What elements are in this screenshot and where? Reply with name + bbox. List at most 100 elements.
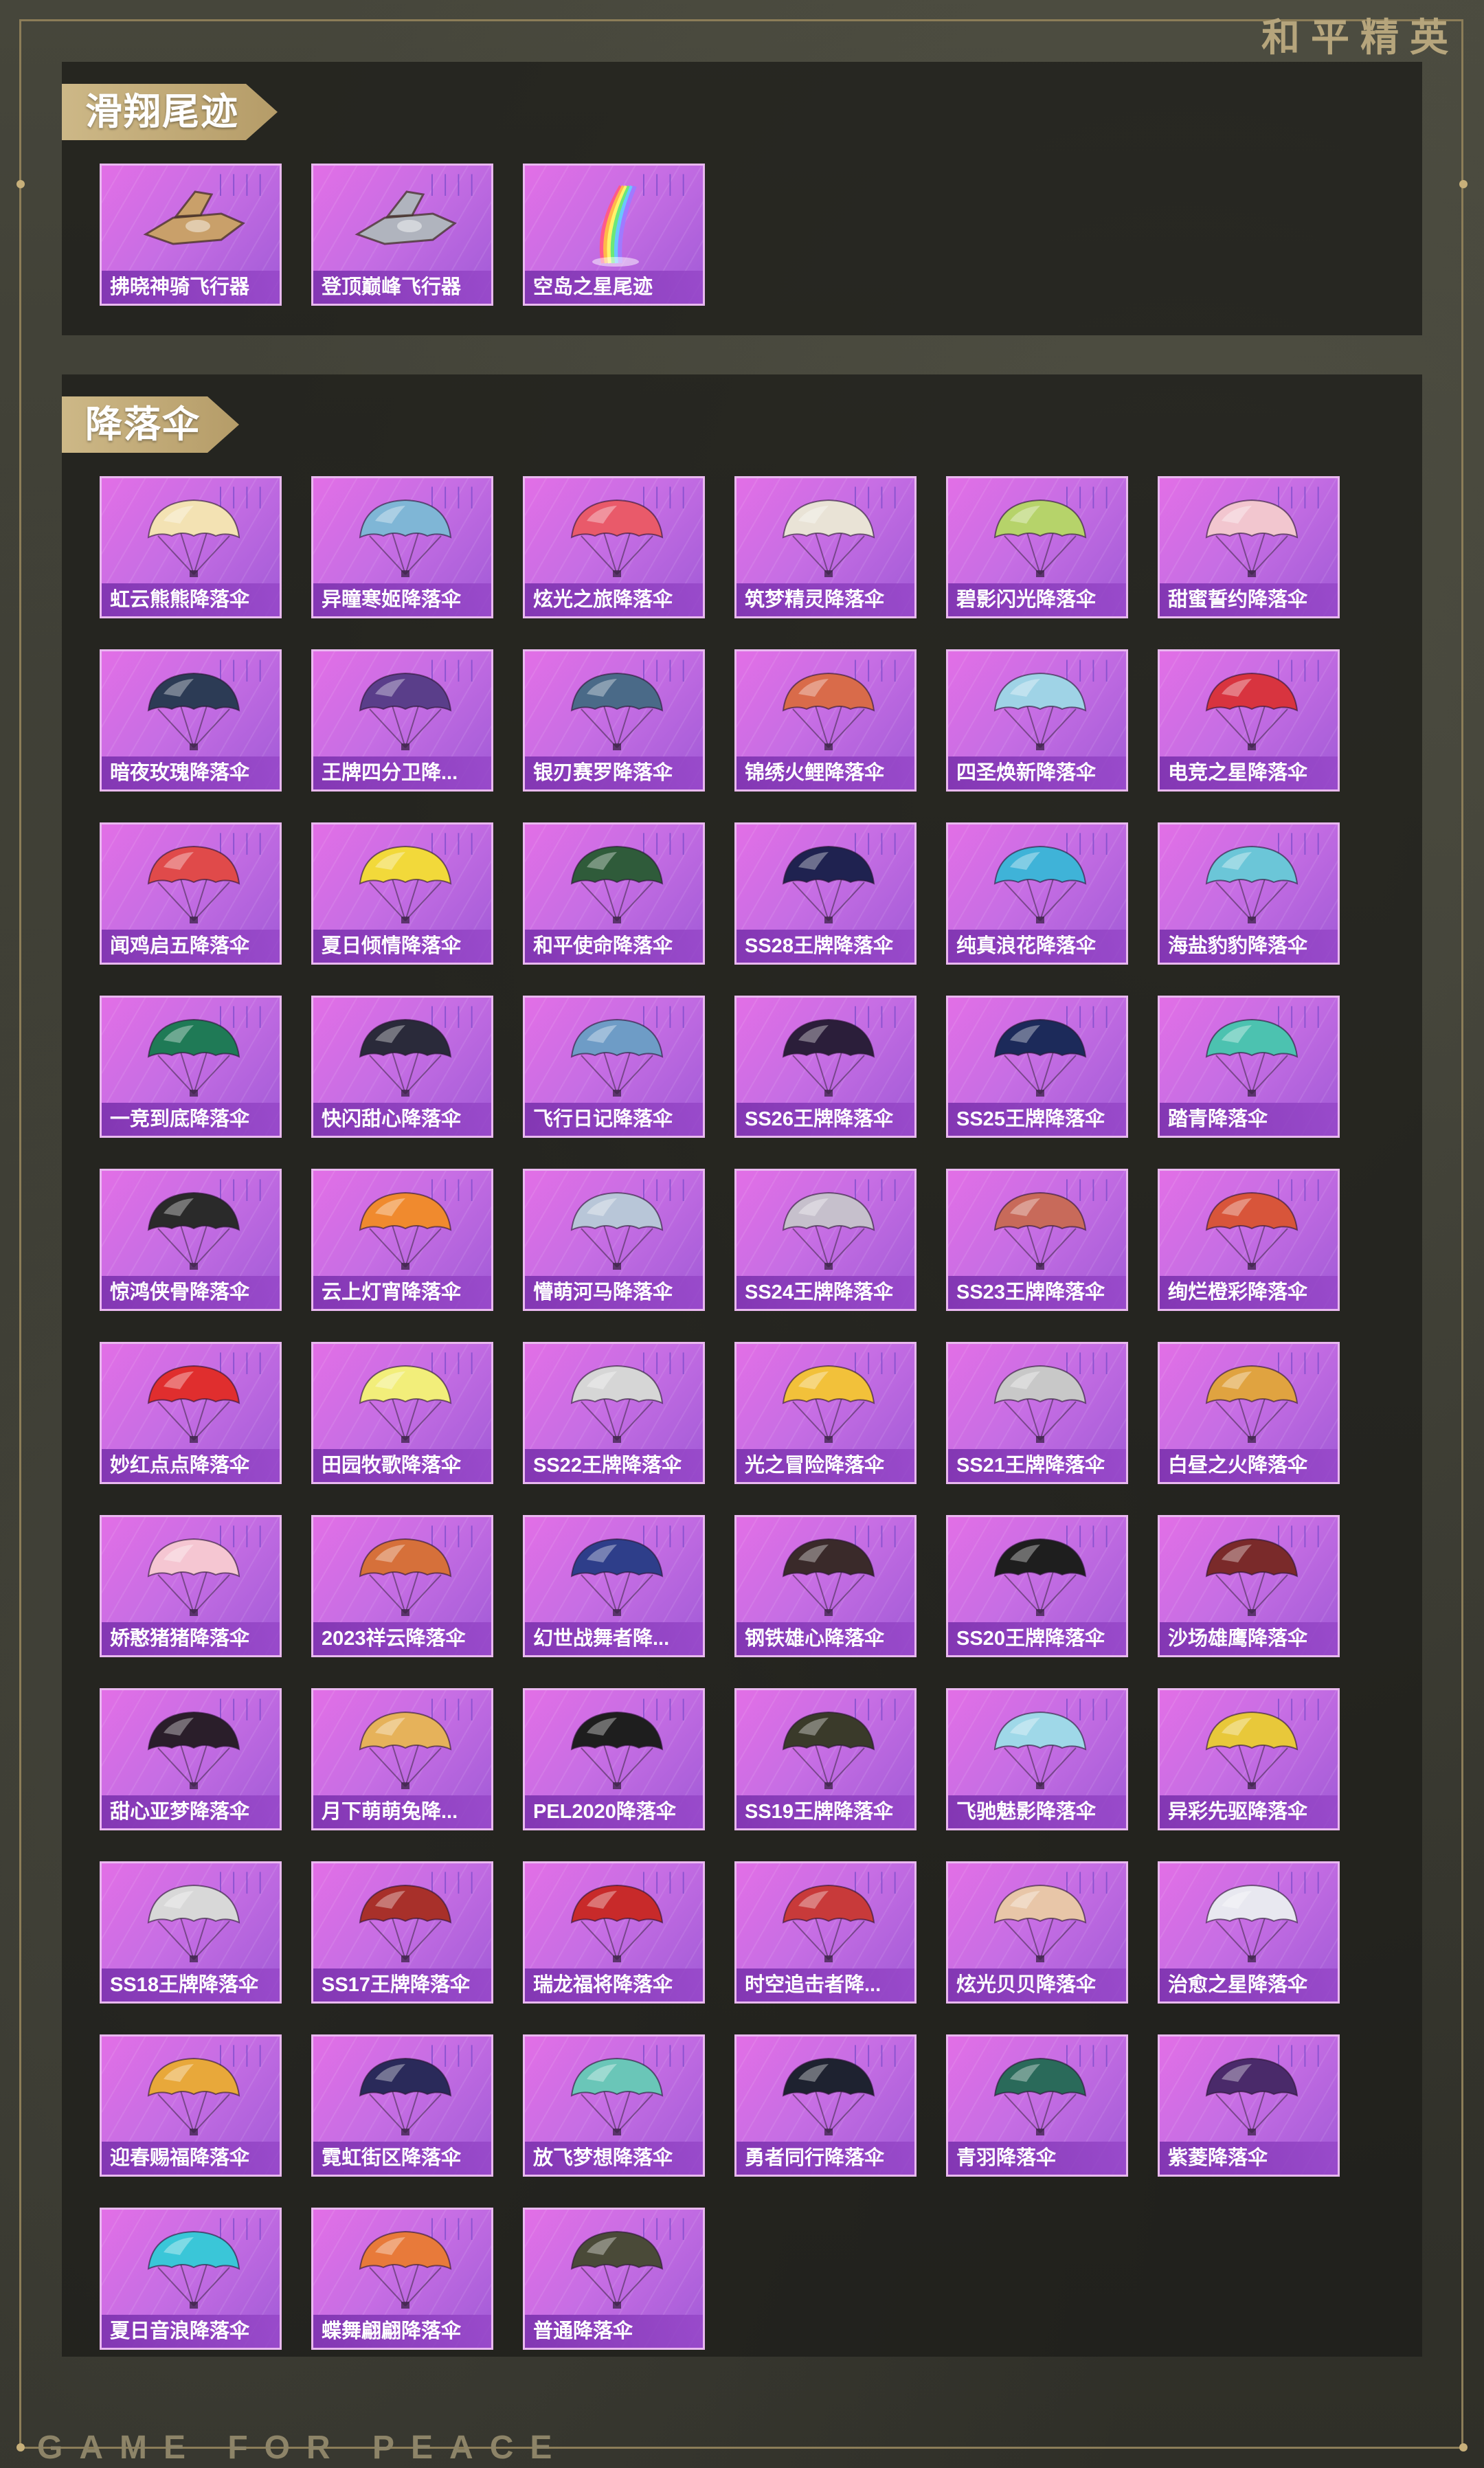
parachute-icon: [1205, 672, 1298, 750]
parachute-card[interactable]: ││││ 妙红点点降落伞: [100, 1342, 282, 1484]
parachute-icon: [570, 845, 664, 923]
parachute-card[interactable]: ││││ 炫光贝贝降落伞: [946, 1861, 1128, 2004]
glide-trail-section: 滑翔尾迹 ││││ 拂晓神骑飞行器 ││││ 登顶巅峰飞行器 ││││ 空岛之星尾迹: [62, 62, 1422, 335]
parachute-card[interactable]: ││││ 闻鸡启五降落伞: [100, 822, 282, 965]
parachute-icon: [1205, 1711, 1298, 1789]
parachute-card[interactable]: ││││ 幻世战舞者降...: [523, 1515, 705, 1657]
item-name: 田园牧歌降落伞: [313, 1449, 491, 1482]
parachute-card[interactable]: ││││ 一竞到底降落伞: [100, 996, 282, 1138]
parachute-icon: [147, 845, 240, 923]
item-name: 登顶巅峰飞行器: [313, 271, 491, 304]
parachute-card[interactable]: ││││ 暗夜玫瑰降落伞: [100, 649, 282, 792]
parachute-card[interactable]: ││││ 2023祥云降落伞: [311, 1515, 493, 1657]
parachute-card[interactable]: ││││ 懵萌河马降落伞: [523, 1169, 705, 1311]
parachute-icon: [147, 499, 240, 577]
item-name: 幻世战舞者降...: [525, 1622, 703, 1655]
parachute-card[interactable]: ││││ SS18王牌降落伞: [100, 1861, 282, 2004]
item-name: 妙红点点降落伞: [102, 1449, 280, 1482]
parachute-card[interactable]: ││││ SS23王牌降落伞: [946, 1169, 1128, 1311]
section-title: 滑翔尾迹: [62, 84, 278, 140]
parachute-card[interactable]: ││││ 绚烂橙彩降落伞: [1158, 1169, 1340, 1311]
parachute-card[interactable]: ││││ 银刃赛罗降落伞: [523, 649, 705, 792]
parachute-card[interactable]: ││││ 踏青降落伞: [1158, 996, 1340, 1138]
parachute-icon: [1205, 1191, 1298, 1270]
parachute-card[interactable]: ││││ 甜心亚梦降落伞: [100, 1688, 282, 1830]
parachute-card[interactable]: ││││ 普通降落伞: [523, 2208, 705, 2350]
parachute-card[interactable]: ││││ 夏日倾情降落伞: [311, 822, 493, 965]
parachute-card[interactable]: ││││ 纯真浪花降落伞: [946, 822, 1128, 965]
parachute-card[interactable]: ││││ 飞驰魅影降落伞: [946, 1688, 1128, 1830]
parachute-card[interactable]: ││││ 娇憨猪猪降落伞: [100, 1515, 282, 1657]
parachute-card[interactable]: ││││ 虹云熊熊降落伞: [100, 476, 282, 618]
parachute-card[interactable]: ││││ 王牌四分卫降...: [311, 649, 493, 792]
item-name: 一竞到底降落伞: [102, 1103, 280, 1136]
parachute-card[interactable]: ││││ 勇者同行降落伞: [734, 2034, 917, 2177]
parachute-icon: [359, 2057, 452, 2135]
parachute-card[interactable]: ││││ SS25王牌降落伞: [946, 996, 1128, 1138]
parachute-card[interactable]: ││││ 迎春赐福降落伞: [100, 2034, 282, 2177]
item-name: 蝶舞翩翩降落伞: [313, 2315, 491, 2348]
parachute-card[interactable]: ││││ 电竞之星降落伞: [1158, 649, 1340, 792]
parachute-card[interactable]: ││││ 沙场雄鹰降落伞: [1158, 1515, 1340, 1657]
parachute-card[interactable]: ││││ 碧影闪光降落伞: [946, 476, 1128, 618]
parachute-icon: [993, 2057, 1087, 2135]
item-name: 迎春赐福降落伞: [102, 2142, 280, 2175]
parachute-card[interactable]: ││││ 田园牧歌降落伞: [311, 1342, 493, 1484]
glide-trail-card[interactable]: ││││ 拂晓神骑飞行器: [100, 164, 282, 306]
parachute-icon: [570, 2230, 664, 2309]
parachute-card[interactable]: ││││ 海盐豹豹降落伞: [1158, 822, 1340, 965]
parachute-card[interactable]: ││││ 快闪甜心降落伞: [311, 996, 493, 1138]
parachute-card[interactable]: ││││ 放飞梦想降落伞: [523, 2034, 705, 2177]
parachute-card[interactable]: ││││ 异瞳寒姬降落伞: [311, 476, 493, 618]
parachute-card[interactable]: ││││ SS20王牌降落伞: [946, 1515, 1128, 1657]
parachute-card[interactable]: ││││ 甜蜜誓约降落伞: [1158, 476, 1340, 618]
parachute-icon: [993, 845, 1087, 923]
parachute-card[interactable]: ││││ 和平使命降落伞: [523, 822, 705, 965]
frame-dot-icon: [16, 180, 25, 188]
item-name: 和平使命降落伞: [525, 930, 703, 963]
item-name: 夏日倾情降落伞: [313, 930, 491, 963]
parachute-icon: [359, 499, 452, 577]
parachute-card[interactable]: ││││ 瑞龙福将降落伞: [523, 1861, 705, 2004]
parachute-card[interactable]: ││││ SS26王牌降落伞: [734, 996, 917, 1138]
parachute-card[interactable]: ││││ 光之冒险降落伞: [734, 1342, 917, 1484]
parachute-card[interactable]: ││││ SS17王牌降落伞: [311, 1861, 493, 2004]
parachute-card[interactable]: ││││ 钢铁雄心降落伞: [734, 1515, 917, 1657]
parachute-card[interactable]: ││││ 夏日音浪降落伞: [100, 2208, 282, 2350]
item-name: 王牌四分卫降...: [313, 756, 491, 789]
parachute-card[interactable]: ││││ 霓虹街区降落伞: [311, 2034, 493, 2177]
parachute-card[interactable]: ││││ SS19王牌降落伞: [734, 1688, 917, 1830]
parachute-card[interactable]: ││││ 炫光之旅降落伞: [523, 476, 705, 618]
parachute-card[interactable]: ││││ 治愈之星降落伞: [1158, 1861, 1340, 2004]
parachute-card[interactable]: ││││ 惊鸿侠骨降落伞: [100, 1169, 282, 1311]
parachute-card[interactable]: ││││ 青羽降落伞: [946, 2034, 1128, 2177]
item-name: 云上灯宵降落伞: [313, 1276, 491, 1309]
parachute-card[interactable]: ││││ SS28王牌降落伞: [734, 822, 917, 965]
parachute-card[interactable]: ││││ SS21王牌降落伞: [946, 1342, 1128, 1484]
item-name: 碧影闪光降落伞: [948, 583, 1126, 616]
item-name: 锦绣火鲤降落伞: [737, 756, 914, 789]
parachute-card[interactable]: ││││ 云上灯宵降落伞: [311, 1169, 493, 1311]
parachute-card[interactable]: ││││ 蝶舞翩翩降落伞: [311, 2208, 493, 2350]
parachute-icon: [570, 499, 664, 577]
item-grid: ││││ 虹云熊熊降落伞 ││││ 异瞳寒姬降落伞 ││││ 炫光之旅降落伞 ││││ 筑梦精…: [100, 476, 1340, 2350]
parachute-card[interactable]: ││││ 四圣焕新降落伞: [946, 649, 1128, 792]
parachute-card[interactable]: ││││ 飞行日记降落伞: [523, 996, 705, 1138]
parachute-card[interactable]: ││││ 时空追击者降...: [734, 1861, 917, 2004]
glide-trail-card[interactable]: ││││ 空岛之星尾迹: [523, 164, 705, 306]
parachute-card[interactable]: ││││ SS24王牌降落伞: [734, 1169, 917, 1311]
parachute-card[interactable]: ││││ 筑梦精灵降落伞: [734, 476, 917, 618]
parachute-card[interactable]: ││││ SS22王牌降落伞: [523, 1342, 705, 1484]
glide-trail-card[interactable]: ││││ 登顶巅峰飞行器: [311, 164, 493, 306]
parachute-icon: [570, 1884, 664, 1962]
item-name: 拂晓神骑飞行器: [102, 271, 280, 304]
parachute-icon: [147, 1884, 240, 1962]
parachute-card[interactable]: ││││ 锦绣火鲤降落伞: [734, 649, 917, 792]
parachute-card[interactable]: ││││ 月下萌萌兔降...: [311, 1688, 493, 1830]
parachute-card[interactable]: ││││ PEL2020降落伞: [523, 1688, 705, 1830]
parachute-card[interactable]: ││││ 白昼之火降落伞: [1158, 1342, 1340, 1484]
parachute-icon: [782, 1018, 875, 1097]
parachute-card[interactable]: ││││ 异彩先驱降落伞: [1158, 1688, 1340, 1830]
item-name: 放飞梦想降落伞: [525, 2142, 703, 2175]
parachute-card[interactable]: ││││ 紫菱降落伞: [1158, 2034, 1340, 2177]
